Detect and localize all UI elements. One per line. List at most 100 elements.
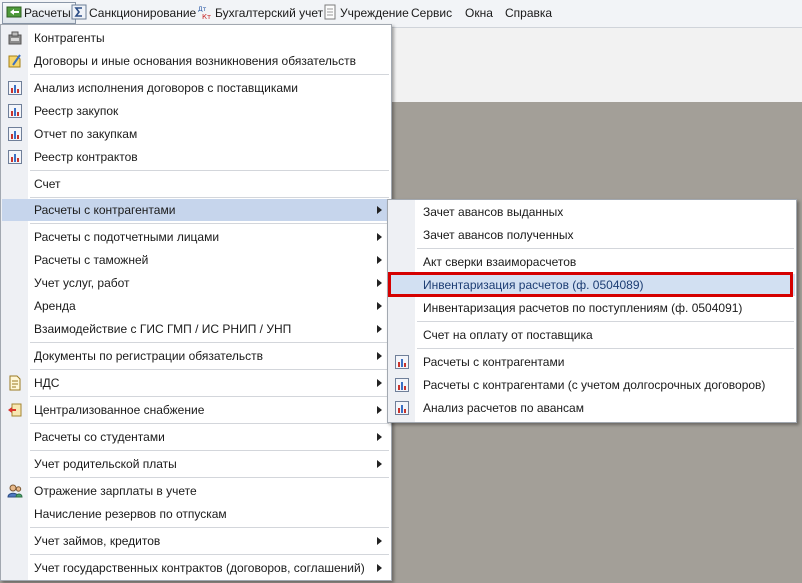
menu-item-otchet-po-zakupkam[interactable]: Отчет по закупкам [2,123,390,145]
raschety-dropdown-menu: Контрагенты Договоры и иные основания во… [0,24,392,581]
menu-servis[interactable]: Сервис [408,3,456,23]
menu-item-roditelskaya-plata[interactable]: Учет родительской платы [2,453,390,475]
menu-item-label: Договоры и иные основания возникновения … [34,54,357,68]
menu-item-arenda[interactable]: Аренда [2,295,390,317]
menu-item-studenty[interactable]: Расчеты со студентами [2,426,390,448]
menu-item-label: Расчеты с контрагентами (с учетом долгос… [423,378,766,392]
submenu-item-report-avansy[interactable]: Анализ расчетов по авансам [389,397,795,419]
menu-item-zaimy-kredity[interactable]: Учет займов, кредитов [2,530,390,552]
menu-item-schet[interactable]: Счет [2,173,390,195]
menu-item-reestr-zakupok[interactable]: Реестр закупок [2,100,390,122]
menu-item-label: Взаимодействие с ГИС ГМП / ИС РНИП / УНП [34,322,292,336]
report-icon [8,104,22,118]
submenu-item-akt-sverki[interactable]: Акт сверки взаиморасчетов [389,251,795,273]
submenu-arrow-icon [377,233,382,241]
menu-item-label: Счет на оплату от поставщика [423,328,593,342]
submenu-arrow-icon [377,433,382,441]
submenu-item-zachet-vydannykh[interactable]: Зачет авансов выданных [389,201,795,223]
report-icon [395,378,409,392]
menu-item-label: Реестр контрактов [34,150,138,164]
raschety-s-kontragentami-submenu: Зачет авансов выданных Зачет авансов пол… [387,199,797,423]
menu-item-label: Начисление резервов по отпускам [34,507,227,521]
report-icon [8,81,22,95]
menu-item-reestr-kontraktov[interactable]: Реестр контрактов [2,146,390,168]
vat-document-icon [9,375,21,391]
svg-text:Кт: Кт [202,13,211,20]
contracts-icon [8,54,21,68]
menu-sanktsionirovanie-label: Санкционирование [89,6,197,20]
menu-item-label: Расчеты с контрагентами [34,203,176,217]
menu-separator [30,554,389,555]
menu-item-label: Реестр закупок [34,104,119,118]
submenu-item-zachet-poluchennykh[interactable]: Зачет авансов полученных [389,224,795,246]
submenu-item-schet-na-oplatu[interactable]: Счет на оплату от поставщика [389,324,795,346]
document-icon [324,4,336,20]
submenu-arrow-icon [377,460,382,468]
menu-bukhuchet[interactable]: Дт Кт Бухгалтерский учет [194,3,327,23]
menu-item-gis-gmp[interactable]: Взаимодействие с ГИС ГМП / ИС РНИП / УНП [2,318,390,340]
menu-servis-label: Сервис [411,6,453,20]
menu-item-podotchetnye[interactable]: Расчеты с подотчетными лицами [2,226,390,248]
menu-item-label: Аренда [34,299,76,313]
menu-separator [30,477,389,478]
menu-item-label: Счет [34,177,61,191]
menu-item-dogovory[interactable]: Договоры и иные основания возникновения … [2,50,390,72]
menu-spravka[interactable]: Справка [502,3,556,23]
menu-item-label: Анализ исполнения договоров с поставщика… [34,81,298,95]
report-icon [8,150,22,164]
submenu-item-report-raschety[interactable]: Расчеты с контрагентами [389,351,795,373]
menu-separator [30,527,389,528]
sum-icon [71,4,87,20]
menu-separator [30,369,389,370]
submenu-item-inventarizatsiya-0504091[interactable]: Инвентаризация расчетов по поступлениям … [389,297,795,319]
menu-separator [30,74,389,75]
menu-item-label: Контрагенты [34,31,105,45]
menu-raschety-label: Расчеты [24,6,71,20]
settlements-icon [6,6,22,18]
menu-item-tsentr-snabzhenie[interactable]: Централизованное снабжение [2,399,390,421]
menu-uchrezhdenie[interactable]: Учреждение [319,3,413,23]
submenu-item-report-dolgosrochnye[interactable]: Расчеты с контрагентами (с учетом долгос… [389,374,795,396]
menu-separator [30,423,389,424]
menu-item-registratsiya-obyazatelstv[interactable]: Документы по регистрации обязательств [2,345,390,367]
menu-item-label: Документы по регистрации обязательств [34,349,264,363]
menu-item-label: Отражение зарплаты в учете [34,484,197,498]
menu-item-analiz-ispolneniya[interactable]: Анализ исполнения договоров с поставщика… [2,77,390,99]
menu-separator [417,321,794,322]
menu-item-label: Инвентаризация расчетов по поступлениям … [423,301,743,315]
menu-item-label: Расчеты с таможней [34,253,149,267]
menu-item-label: Акт сверки взаиморасчетов [423,255,577,269]
svg-text:Дт: Дт [198,6,207,13]
menu-separator [30,450,389,451]
report-icon [395,355,409,369]
menu-item-label: Учет услуг, работ [34,276,130,290]
menu-item-label: Зачет авансов выданных [423,205,564,219]
report-icon [8,127,22,141]
menu-item-tamozhnya[interactable]: Расчеты с таможней [2,249,390,271]
report-icon [395,401,409,415]
menu-item-label: Зачет авансов полученных [423,228,574,242]
menu-okna-label: Окна [465,6,493,20]
menu-sanktsionirovanie[interactable]: Санкционирование [68,3,200,23]
menu-okna[interactable]: Окна [462,3,497,23]
menu-item-rezervy-otpuskov[interactable]: Начисление резервов по отпускам [2,503,390,525]
menu-item-uslugi-raboty[interactable]: Учет услуг, работ [2,272,390,294]
menu-raschety[interactable]: Расчеты [2,2,76,24]
submenu-arrow-icon [377,302,382,310]
menu-item-kontragenty[interactable]: Контрагенты [2,27,390,49]
menu-item-raschety-s-kontragentami[interactable]: Расчеты с контрагентами [2,199,390,221]
menu-item-zarplata[interactable]: Отражение зарплаты в учете [2,480,390,502]
users-icon [7,484,23,498]
menu-item-label: Учет займов, кредитов [34,534,161,548]
menu-bukhuchet-label: Бухгалтерский учет [215,6,324,20]
menu-separator [417,348,794,349]
submenu-arrow-icon [377,537,382,545]
menu-item-gos-kontrakty[interactable]: Учет государственных контрактов (договор… [2,557,390,579]
menu-item-nds[interactable]: НДС [2,372,390,394]
menu-item-label: Расчеты с подотчетными лицами [34,230,220,244]
submenu-arrow-icon [377,352,382,360]
menu-item-label: Отчет по закупкам [34,127,138,141]
submenu-item-inventarizatsiya-0504089[interactable]: Инвентаризация расчетов (ф. 0504089) [389,274,795,296]
contractors-icon [8,31,22,45]
supply-icon [8,403,22,417]
